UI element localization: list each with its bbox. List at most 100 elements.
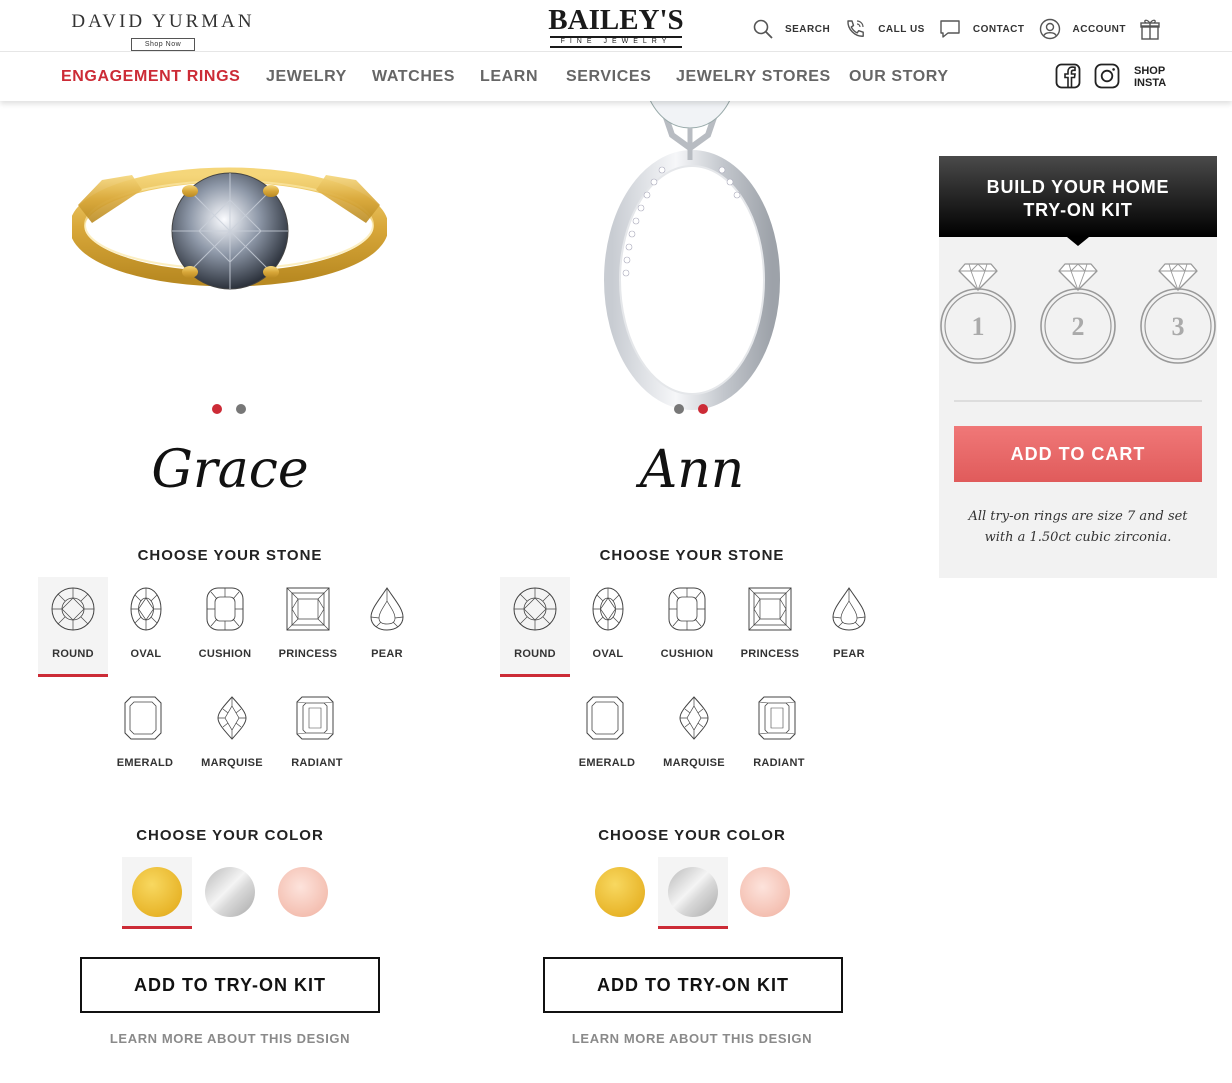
stone-option-emerald[interactable]: EMERALD	[110, 686, 180, 786]
add-to-try-on-kit-button[interactable]: ADD TO TRY-ON KIT	[80, 957, 380, 1013]
yellow-gold-swatch	[132, 867, 182, 917]
kit-slot-3[interactable]: 3	[1139, 262, 1217, 366]
emerald-stone-icon	[124, 696, 162, 740]
yellow-gold-swatch	[595, 867, 645, 917]
radiant-stone-icon	[296, 696, 334, 740]
add-to-try-on-kit-button[interactable]: ADD TO TRY-ON KIT	[543, 957, 843, 1013]
learn-more-link[interactable]: LEARN MORE ABOUT THIS DESIGN	[0, 1031, 460, 1046]
kit-header: BUILD YOUR HOME TRY-ON KIT	[939, 156, 1217, 237]
gift-icon	[1140, 19, 1160, 40]
call-us-link[interactable]: CALL US	[844, 18, 925, 40]
nav-engagement-rings[interactable]: ENGAGEMENT RINGS	[61, 68, 240, 86]
nav-watches[interactable]: WATCHES	[372, 68, 455, 86]
contact-link[interactable]: CONTACT	[939, 19, 1025, 39]
choose-color-title: CHOOSE YOUR COLOR	[136, 827, 324, 844]
main-nav: ENGAGEMENT RINGS JEWELRY WATCHES LEARN S…	[0, 52, 1232, 101]
call-us-label: CALL US	[878, 23, 925, 35]
kit-slot-1[interactable]: 1	[939, 262, 1017, 366]
shop-now-button[interactable]: Shop Now	[130, 38, 196, 51]
brand-name: BAILEY'S	[548, 4, 684, 36]
ann-carousel-dots	[667, 404, 715, 414]
carousel-dot-1[interactable]	[674, 404, 684, 414]
color-option-rose-gold[interactable]	[268, 857, 338, 929]
marquise-stone-icon	[217, 696, 247, 740]
instagram-icon[interactable]	[1094, 63, 1120, 89]
search-label: SEARCH	[784, 23, 831, 35]
color-option-white-gold[interactable]	[658, 857, 728, 929]
grace-carousel-dots	[205, 404, 253, 414]
choose-stone-title: CHOOSE YOUR STONE	[137, 547, 323, 564]
pear-stone-icon	[370, 587, 404, 631]
color-option-yellow-gold[interactable]	[585, 857, 655, 929]
baileys-logo[interactable]: BAILEY'S FINE JEWELRY	[548, 5, 684, 48]
gift-link[interactable]	[1140, 18, 1172, 40]
account-label: ACCOUNT	[1072, 23, 1126, 35]
carousel-dot-2[interactable]	[698, 404, 708, 414]
top-bar: DAVID YURMAN Shop Now BAILEY'S FINE JEWE…	[0, 0, 1232, 52]
search-link[interactable]: SEARCH	[753, 19, 830, 39]
oval-stone-icon	[592, 587, 624, 631]
princess-stone-icon	[748, 587, 792, 631]
white-gold-swatch	[668, 867, 718, 917]
contact-label: CONTACT	[972, 23, 1025, 35]
round-stone-icon	[513, 587, 557, 631]
stone-option-radiant[interactable]: RADIANT	[744, 686, 814, 786]
facebook-icon[interactable]	[1055, 63, 1081, 89]
cushion-stone-icon	[668, 587, 706, 631]
grace-ring-image[interactable]	[72, 145, 387, 335]
stone-label: RADIANT	[753, 757, 805, 769]
stone-option-round[interactable]: ROUND	[500, 577, 570, 677]
stone-option-pear[interactable]: PEAR	[352, 577, 422, 677]
learn-more-link[interactable]: LEARN MORE ABOUT THIS DESIGN	[462, 1031, 922, 1046]
stone-option-oval[interactable]: OVAL	[111, 577, 181, 677]
carousel-dot-1[interactable]	[212, 404, 222, 414]
stone-option-marquise[interactable]: MARQUISE	[197, 686, 267, 786]
product-name: Ann	[639, 440, 745, 500]
shop-insta-link[interactable]: SHOP INSTA	[1134, 65, 1166, 89]
rose-gold-swatch	[740, 867, 790, 917]
stone-option-oval[interactable]: OVAL	[573, 577, 643, 677]
add-to-cart-button[interactable]: ADD TO CART	[954, 426, 1202, 482]
color-option-yellow-gold[interactable]	[122, 857, 192, 929]
stone-label: PEAR	[833, 648, 865, 660]
kit-slot-number: 3	[1171, 312, 1185, 341]
radiant-stone-icon	[758, 696, 796, 740]
nav-jewelry[interactable]: JEWELRY	[266, 68, 347, 86]
account-link[interactable]: ACCOUNT	[1039, 18, 1127, 40]
stone-option-pear[interactable]: PEAR	[814, 577, 884, 677]
stone-option-emerald[interactable]: EMERALD	[572, 686, 642, 786]
marquise-stone-icon	[679, 696, 709, 740]
stone-option-cushion[interactable]: CUSHION	[652, 577, 722, 677]
kit-title-line1: BUILD YOUR HOME	[986, 177, 1170, 197]
nav-jewelry-stores[interactable]: JEWELRY STORES	[676, 68, 831, 86]
nav-our-story[interactable]: OUR STORY	[849, 68, 949, 86]
nav-services[interactable]: SERVICES	[566, 68, 651, 86]
stone-option-cushion[interactable]: CUSHION	[190, 577, 260, 677]
account-icon	[1039, 18, 1060, 40]
color-option-white-gold[interactable]	[195, 857, 265, 929]
david-yurman-logo: DAVID YURMAN	[71, 11, 255, 32]
carousel-dot-2[interactable]	[236, 404, 246, 414]
david-yurman-promo[interactable]: DAVID YURMAN Shop Now	[62, 11, 264, 51]
page: DAVID YURMAN Shop Now BAILEY'S FINE JEWE…	[0, 0, 1232, 1083]
color-option-rose-gold[interactable]	[730, 857, 800, 929]
phone-icon	[847, 20, 865, 37]
search-icon	[753, 19, 773, 39]
chat-bubble-icon	[940, 20, 960, 38]
product-name: Grace	[151, 440, 309, 500]
choose-color-title: CHOOSE YOUR COLOR	[598, 827, 786, 844]
kit-title-line2: TRY-ON KIT	[1023, 200, 1133, 220]
nav-learn[interactable]: LEARN	[480, 68, 538, 86]
stone-label: RADIANT	[291, 757, 343, 769]
stone-option-round[interactable]: ROUND	[38, 577, 108, 677]
stone-option-princess[interactable]: PRINCESS	[735, 577, 805, 677]
cushion-stone-icon	[206, 587, 244, 631]
stone-option-princess[interactable]: PRINCESS	[273, 577, 343, 677]
kit-slot-number: 1	[971, 312, 985, 341]
ann-ring-image[interactable]	[590, 100, 800, 410]
stone-option-radiant[interactable]: RADIANT	[282, 686, 352, 786]
stone-option-marquise[interactable]: MARQUISE	[659, 686, 729, 786]
kit-divider	[954, 400, 1202, 402]
kit-slot-2[interactable]: 2	[1039, 262, 1117, 366]
shop-insta-line2: INSTA	[1134, 77, 1167, 89]
